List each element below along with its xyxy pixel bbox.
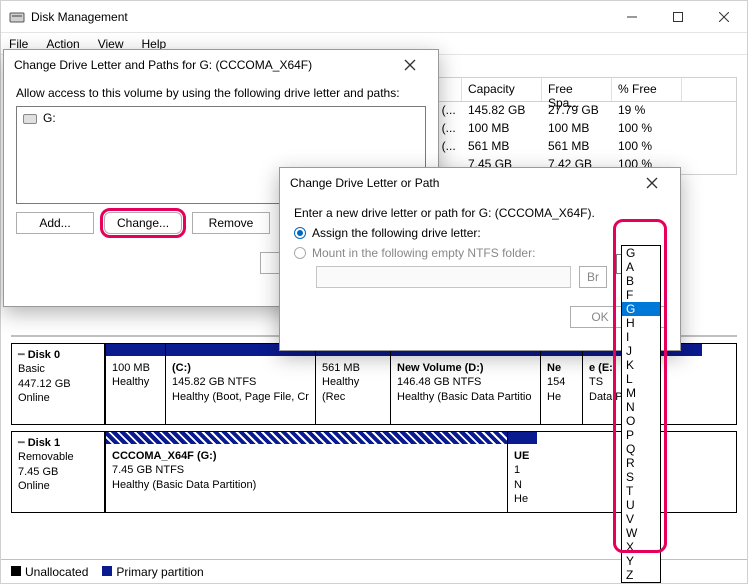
radio-mount-folder [294,247,306,259]
dropdown-option[interactable]: Z [622,568,660,582]
change-button[interactable]: Change... [104,212,182,234]
radio-mount-label: Mount in the following empty NTFS folder… [312,246,535,260]
dropdown-option[interactable]: S [622,470,660,484]
mount-path-input [316,266,571,288]
dropdown-option[interactable]: X [622,540,660,554]
dialog2-title: Change Drive Letter or Path [290,176,439,190]
dropdown-option[interactable]: V [622,512,660,526]
dropdown-option[interactable]: N [622,400,660,414]
dialog1-text: Allow access to this volume by using the… [16,86,426,100]
maximize-button[interactable] [655,1,701,33]
dropdown-option[interactable]: H [622,316,660,330]
radio-assign-letter[interactable] [294,227,306,239]
dropdown-option[interactable]: A [622,260,660,274]
dialog2-close-icon[interactable] [646,177,670,189]
dropdown-option[interactable]: W [622,526,660,540]
drive-letter-dropdown[interactable]: GABFGHIJKLMNOPQRSTUVWXYZ [621,245,661,583]
col-free[interactable]: Free Spa... [542,78,612,101]
paths-list-item[interactable]: G: [43,111,56,125]
remove-button[interactable]: Remove [192,212,270,234]
partition[interactable]: CCCOMA_X64F (G:)7.45 GB NTFSHealthy (Bas… [105,432,507,512]
partition[interactable]: 561 MBHealthy (Rec [315,344,390,424]
dropdown-option[interactable]: Q [622,442,660,456]
browse-button: Br [579,266,607,288]
close-button[interactable] [701,1,747,33]
partition[interactable]: 100 MBHealthy [105,344,165,424]
disk-info[interactable]: ━ Disk 0Basic447.12 GBOnline [11,343,105,425]
add-button[interactable]: Add... [16,212,94,234]
dropdown-option[interactable]: M [622,386,660,400]
dropdown-option[interactable]: K [622,358,660,372]
dropdown-option[interactable]: U [622,498,660,512]
dialog1-close-icon[interactable] [404,59,428,71]
dialog1-title: Change Drive Letter and Paths for G: (CC… [14,58,312,72]
dropdown-option[interactable]: F [622,288,660,302]
dropdown-option[interactable]: J [622,344,660,358]
dropdown-option[interactable]: P [622,428,660,442]
partition[interactable]: Ne154He [540,344,582,424]
dropdown-option[interactable]: T [622,484,660,498]
drive-icon [23,114,37,124]
dropdown-option[interactable]: R [622,456,660,470]
minimize-button[interactable] [609,1,655,33]
dropdown-option[interactable]: L [622,372,660,386]
radio-assign-label[interactable]: Assign the following drive letter: [312,226,481,240]
partition[interactable]: UE1 NHe [507,432,537,512]
dropdown-option[interactable]: I [622,330,660,344]
partition[interactable]: (C:)145.82 GB NTFSHealthy (Boot, Page Fi… [165,344,315,424]
app-title: Disk Management [31,10,128,24]
col-pctfree[interactable]: % Free [612,78,682,101]
dialog2-prompt: Enter a new drive letter or path for G: … [294,206,666,220]
legend-unallocated: Unallocated [25,565,88,579]
dropdown-option[interactable]: Y [622,554,660,568]
dropdown-option[interactable]: G [622,302,660,316]
disk-info[interactable]: ━ Disk 1Removable7.45 GBOnline [11,431,105,513]
legend-primary: Primary partition [116,565,203,579]
dropdown-option[interactable]: B [622,274,660,288]
dropdown-option[interactable]: O [622,414,660,428]
app-icon [9,9,25,25]
col-capacity[interactable]: Capacity [462,78,542,101]
window-titlebar: Disk Management [1,1,747,33]
partition[interactable]: New Volume (D:)146.48 GB NTFSHealthy (Ba… [390,344,540,424]
dropdown-option[interactable]: G [622,246,660,260]
